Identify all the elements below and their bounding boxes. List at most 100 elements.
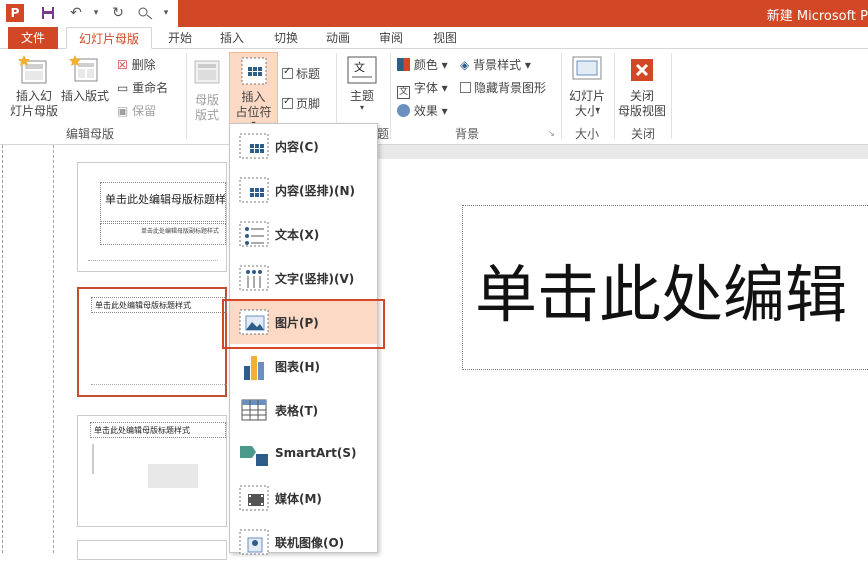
slide-thumbnail[interactable]: 单击此处编辑母版标题样式 单击此处编辑母版副标题样式 xyxy=(77,162,227,272)
insert-layout-button[interactable]: 插入版式 xyxy=(58,55,112,104)
insert-layout-label: 插入版式 xyxy=(60,89,109,103)
colors-button[interactable]: 颜色 ▾ xyxy=(397,56,448,73)
theme-button[interactable]: 文 主题 ▾ xyxy=(340,55,384,112)
menu-item-content-vertical[interactable]: 内容(竖排)(N) xyxy=(230,168,377,212)
slide-title-text[interactable]: 单击此处编辑 xyxy=(475,244,847,334)
insert-slide-master-button[interactable]: 插入幻 灯片母版 xyxy=(8,55,60,119)
content-icon xyxy=(238,130,270,162)
menu-item-smartart[interactable]: SmartArt(S) xyxy=(230,432,377,476)
layout-tree-line xyxy=(53,145,54,553)
insert-placeholder-button[interactable]: 插入 占位符 ▾ xyxy=(229,52,278,128)
undo-icon[interactable]: ↶ xyxy=(66,3,86,23)
redo-icon[interactable]: ↻ xyxy=(108,3,128,23)
slide-thumbnail[interactable] xyxy=(77,540,227,560)
content-vertical-icon xyxy=(238,174,270,206)
separator xyxy=(614,53,615,139)
highlight-annotation-box xyxy=(222,299,385,349)
menu-item-online-image[interactable]: 联机图像(O) xyxy=(230,520,377,564)
menu-item-text[interactable]: 文本(X) xyxy=(230,212,377,256)
title-bar-accent: 新建 Microsoft P xyxy=(178,0,868,27)
fonts-icon: 文 xyxy=(397,86,410,99)
menu-item-content[interactable]: 内容(C) xyxy=(230,124,377,168)
thumbnail-footer xyxy=(88,260,218,266)
text-icon xyxy=(238,218,270,250)
menu-item-text-vertical[interactable]: 文字(竖排)(V) xyxy=(230,256,377,300)
tab-slide-master[interactable]: 幻灯片母版 xyxy=(66,27,152,49)
colors-icon xyxy=(397,58,410,71)
thumbnail-title: 单击此处编辑母版标题样式 xyxy=(90,422,226,438)
svg-text:文: 文 xyxy=(354,60,365,74)
insert-placeholder-label: 插入 占位符 xyxy=(235,90,272,119)
separator xyxy=(671,53,672,139)
title-checkbox[interactable]: 标题 xyxy=(282,65,320,82)
placeholder-icon xyxy=(238,56,270,86)
slide-master-icon xyxy=(18,55,50,85)
title-bar: P ↶ ▾ ↻ ▾ 新建 Microsoft P xyxy=(0,0,868,27)
chart-icon xyxy=(238,350,270,382)
menu-item-table[interactable]: 表格(T) xyxy=(230,388,377,432)
hide-background-checkbox[interactable]: 隐藏背景图形 xyxy=(460,79,546,96)
group-size-label: 大小 xyxy=(575,127,600,141)
thumbnail-footer xyxy=(91,384,227,390)
separator xyxy=(186,53,187,139)
tab-insert[interactable]: 插入 xyxy=(212,27,252,49)
menu-item-media[interactable]: 媒体(M) xyxy=(230,476,377,520)
tab-animations[interactable]: 动画 xyxy=(318,27,358,49)
media-icon xyxy=(238,482,270,514)
checkbox-icon xyxy=(282,96,293,109)
master-layout-button[interactable]: 母版 版式 xyxy=(190,59,224,123)
insert-slide-master-label: 插入幻 灯片母版 xyxy=(9,89,58,118)
effects-icon xyxy=(397,104,410,117)
text-vertical-icon xyxy=(238,262,270,294)
thumbnail-title: 单击此处编辑母版标题样式 xyxy=(100,182,226,222)
menu-item-chart[interactable]: 图表(H) xyxy=(230,344,377,388)
background-styles-icon: ◈ xyxy=(460,58,470,72)
delete-button[interactable]: ☒ 删除 xyxy=(117,56,156,73)
fonts-button[interactable]: 文 字体 ▾ xyxy=(397,79,448,99)
group-background-label: 背景 xyxy=(455,127,480,141)
close-master-view-button[interactable]: 关闭 母版视图 xyxy=(616,55,668,119)
rename-button[interactable]: ▭ 重命名 xyxy=(117,79,168,96)
undo-dropdown-icon[interactable]: ▾ xyxy=(86,3,106,23)
tab-file[interactable]: 文件 xyxy=(8,27,58,49)
online-image-icon xyxy=(238,526,270,558)
window-title: 新建 Microsoft P xyxy=(766,9,868,24)
slide-size-icon xyxy=(571,55,603,85)
effects-button[interactable]: 效果 ▾ xyxy=(397,102,448,119)
chevron-down-icon: ▾ xyxy=(359,103,364,112)
presenter-icon[interactable] xyxy=(136,3,156,23)
slide-size-button[interactable]: 幻灯片 大小 xyxy=(564,55,610,119)
preserve-icon: ▣ xyxy=(117,104,129,118)
thumbnail-subtitle: 单击此处编辑母版副标题样式 xyxy=(100,223,226,245)
layout-icon xyxy=(69,55,101,85)
master-layout-label: 母版 版式 xyxy=(194,93,219,122)
slide-thumbnail[interactable]: 单击此处编辑母版标题样式 xyxy=(77,415,227,527)
group-edit-master-label: 编辑母版 xyxy=(66,127,115,141)
tab-view[interactable]: 视图 xyxy=(425,27,465,49)
tab-review[interactable]: 审阅 xyxy=(371,27,411,49)
preserve-button[interactable]: ▣ 保留 xyxy=(117,102,156,119)
delete-icon: ☒ xyxy=(117,58,128,72)
master-layout-icon xyxy=(193,59,221,89)
thumbnail-placeholder-icons xyxy=(148,464,198,488)
thumbnail-pane[interactable]: 单击此处编辑母版标题样式 单击此处编辑母版副标题样式 单击此处编辑母版标题样式 … xyxy=(0,145,230,560)
save-icon[interactable] xyxy=(38,3,58,23)
checkbox-icon xyxy=(282,66,293,79)
qa-dropdown-icon[interactable]: ▾ xyxy=(156,3,176,23)
powerpoint-icon: P xyxy=(6,4,24,22)
group-close-label: 关闭 xyxy=(631,127,656,141)
close-master-view-label: 关闭 母版视图 xyxy=(617,89,666,118)
ribbon-tabs: 文件 幻灯片母版 开始 插入 切换 动画 审阅 视图 xyxy=(0,27,868,49)
background-styles-button[interactable]: ◈ 背景样式 ▾ xyxy=(460,56,531,73)
slide-size-label: 幻灯片 大小 xyxy=(568,89,605,118)
tab-home[interactable]: 开始 xyxy=(160,27,200,49)
checkbox-icon xyxy=(460,82,471,93)
dialog-launcher-icon[interactable]: ↘ xyxy=(548,129,555,138)
tab-transitions[interactable]: 切换 xyxy=(266,27,306,49)
separator xyxy=(390,53,391,139)
footer-checkbox[interactable]: 页脚 xyxy=(282,95,320,112)
slide-thumbnail-selected[interactable]: 单击此处编辑母版标题样式 xyxy=(77,287,227,397)
ribbon: 插入幻 灯片母版 插入版式 ☒ 删除 ▭ 重命名 ▣ 保留 编辑母版 母版 版式… xyxy=(0,49,868,145)
pane-border xyxy=(2,145,3,553)
smartart-icon xyxy=(238,438,270,470)
